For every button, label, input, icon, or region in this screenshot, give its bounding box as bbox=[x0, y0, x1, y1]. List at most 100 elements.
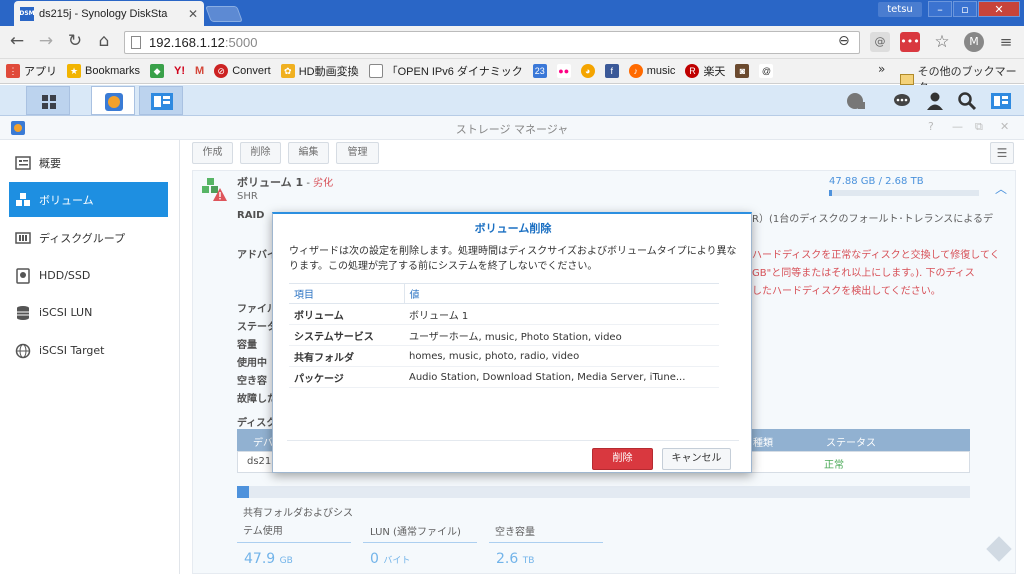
green-diamond-icon: ◆ bbox=[150, 64, 165, 78]
new-tab-button[interactable] bbox=[205, 6, 243, 22]
bookmark-item[interactable]: ●● bbox=[556, 64, 571, 78]
iscsi-lun-icon bbox=[15, 305, 31, 321]
chrome-menu-icon[interactable]: ≡ bbox=[996, 32, 1016, 52]
extension-mail-icon[interactable]: @ bbox=[870, 32, 890, 52]
spiral-icon: @ bbox=[759, 64, 774, 78]
resource-monitor-icon[interactable] bbox=[845, 91, 865, 111]
sidebar-item-iscsi-target[interactable]: iSCSI Target bbox=[9, 333, 168, 368]
bookmark-item[interactable]: ◆ bbox=[150, 64, 165, 78]
more-bookmarks-icon[interactable]: » bbox=[878, 62, 885, 76]
bookmark-item[interactable]: ♪ music bbox=[628, 64, 675, 78]
bookmark-item[interactable]: Y! bbox=[174, 65, 185, 77]
sidebar-item-overview[interactable]: 概要 bbox=[9, 145, 168, 180]
reload-icon[interactable]: ↻ bbox=[64, 31, 86, 51]
bookmark-item[interactable]: f bbox=[604, 64, 619, 78]
window-title: ストレージ マネージャ bbox=[455, 123, 569, 136]
dialog-description: ウィザードは次の設定を削除します。処理時間はディスクサイズおよびボリュームタイプ… bbox=[289, 246, 737, 272]
picasa-icon: ◕ bbox=[580, 64, 595, 78]
bookmark-item[interactable]: ✿ HD動画変換 bbox=[280, 63, 359, 79]
table-row: パッケージ Audio Station, Download Station, Me… bbox=[289, 366, 719, 388]
sidebar-item-label: iSCSI Target bbox=[39, 344, 105, 357]
maximize-icon[interactable]: ⧉ bbox=[975, 120, 983, 134]
bookmark-item[interactable]: 23 bbox=[532, 64, 547, 78]
window-close-button[interactable]: ✕ bbox=[978, 1, 1020, 17]
bookmark-item[interactable]: ◕ bbox=[580, 64, 595, 78]
bookmark-item[interactable]: ⋮ アプリ bbox=[6, 63, 57, 79]
sidebar-item-iscsi-lun[interactable]: iSCSI LUN bbox=[9, 295, 168, 330]
bookmark-item[interactable]: ★ Bookmarks bbox=[67, 64, 140, 78]
sidebar-item-label: iSCSI LUN bbox=[39, 306, 93, 319]
sidebar-item-label: ディスクグループ bbox=[39, 231, 126, 245]
window-minimize-button[interactable]: – bbox=[928, 1, 952, 17]
disk-group-icon bbox=[15, 230, 31, 246]
main-menu-button[interactable] bbox=[26, 86, 70, 115]
star-icon: ★ bbox=[67, 64, 81, 78]
profile-name[interactable]: tetsu bbox=[878, 2, 922, 17]
sidebar-item-disk-group[interactable]: ディスクグループ bbox=[9, 220, 168, 255]
sidebar-item-volume[interactable]: ボリューム bbox=[9, 182, 168, 217]
bookmark-item[interactable]: 「OPEN IPv6 ダイナミック bbox=[368, 63, 523, 79]
dialog-title: ボリューム削除 bbox=[474, 222, 552, 235]
back-arrow-icon[interactable]: ← bbox=[6, 31, 28, 51]
table-row: ボリューム ボリューム 1 bbox=[289, 303, 719, 325]
col-item: 項目 bbox=[289, 283, 404, 304]
rakuten-icon: R bbox=[685, 64, 700, 78]
music-icon: ♪ bbox=[628, 64, 643, 78]
sidebar-item-label: HDD/SSD bbox=[39, 269, 91, 282]
storage-manager-taskbar-button[interactable] bbox=[91, 86, 135, 115]
help-icon[interactable]: ? bbox=[928, 120, 934, 133]
notifications-icon[interactable] bbox=[892, 91, 912, 111]
control-panel-icon bbox=[151, 93, 173, 110]
bookmark-item[interactable]: ◙ bbox=[735, 64, 750, 78]
table-row: システムサービス ユーザーホーム, music, Photo Station, v… bbox=[289, 324, 719, 346]
main-menu-icon bbox=[42, 95, 56, 109]
sidebar-item-label: 概要 bbox=[39, 156, 61, 170]
user-icon[interactable] bbox=[925, 91, 945, 111]
cancel-button[interactable]: キャンセル bbox=[662, 448, 731, 470]
sidebar-item-label: ボリューム bbox=[39, 193, 94, 207]
iscsi-target-icon bbox=[15, 343, 31, 359]
gmail-icon: M bbox=[195, 65, 205, 77]
tab-close-icon[interactable]: ✕ bbox=[188, 7, 198, 21]
bookmark-item[interactable]: M bbox=[195, 65, 204, 77]
window-maximize-button[interactable]: ▫ bbox=[953, 1, 977, 17]
yahoo-icon: Y! bbox=[174, 65, 186, 77]
minimize-icon[interactable]: — bbox=[952, 120, 963, 133]
dialog-divider bbox=[287, 440, 739, 441]
browser-tab[interactable]: DSM ds215j - Synology DiskSta ✕ bbox=[14, 1, 204, 26]
page-icon bbox=[131, 36, 141, 49]
extension-m-icon[interactable]: M bbox=[964, 32, 984, 52]
home-icon[interactable]: ⌂ bbox=[93, 31, 115, 51]
url-host: 192.168.1.12 bbox=[149, 35, 225, 50]
facebook-icon: f bbox=[604, 64, 619, 78]
delete-volume-dialog: ボリューム削除 ウィザードは次の設定を削除します。処理時間はディスクサイズおよび… bbox=[272, 212, 752, 473]
apps-grid-icon: ⋮ bbox=[6, 64, 20, 78]
control-panel-taskbar-button[interactable] bbox=[139, 86, 183, 115]
bookmark-item[interactable]: R 楽天 bbox=[685, 63, 725, 79]
tab-title: ds215j - Synology DiskSta bbox=[39, 7, 168, 20]
forward-arrow-icon[interactable]: → bbox=[35, 31, 57, 51]
close-icon[interactable]: ✕ bbox=[1000, 120, 1009, 133]
flickr-icon: ●● bbox=[556, 64, 571, 78]
widgets-icon[interactable] bbox=[990, 91, 1012, 111]
settings-table: 項目 値 ボリューム ボリューム 1 システムサービス ユーザーホーム, music… bbox=[289, 283, 719, 388]
zoom-icon[interactable]: ⊖ bbox=[838, 33, 850, 49]
folder-icon bbox=[900, 73, 914, 85]
video-icon: ✿ bbox=[280, 64, 295, 78]
storage-manager-icon bbox=[105, 93, 123, 111]
table-row: 共有フォルダ homes, music, photo, radio, video bbox=[289, 345, 719, 367]
address-bar[interactable]: 192.168.1.12:5000 bbox=[124, 31, 860, 54]
bookmark-item[interactable]: ⊘ Convert bbox=[214, 64, 271, 78]
bookmark-star-icon[interactable]: ☆ bbox=[932, 32, 952, 52]
volume-icon bbox=[15, 192, 31, 208]
confirm-delete-button[interactable]: 削除 bbox=[592, 448, 653, 470]
page-icon bbox=[368, 64, 383, 78]
sidebar-item-hdd-ssd[interactable]: HDD/SSD bbox=[9, 258, 168, 293]
overview-icon bbox=[15, 155, 31, 171]
extension-lastpass-icon[interactable]: ••• bbox=[900, 32, 920, 52]
bookmarks-bar: ⋮ アプリ ★ Bookmarks ◆ Y! M ⊘ Convert ✿ HD動画変換 … bbox=[0, 59, 1024, 84]
search-icon[interactable] bbox=[957, 91, 977, 111]
calendar-icon: 23 bbox=[532, 64, 547, 78]
bookmark-item[interactable]: @ bbox=[759, 64, 774, 78]
hdd-icon bbox=[15, 267, 31, 284]
